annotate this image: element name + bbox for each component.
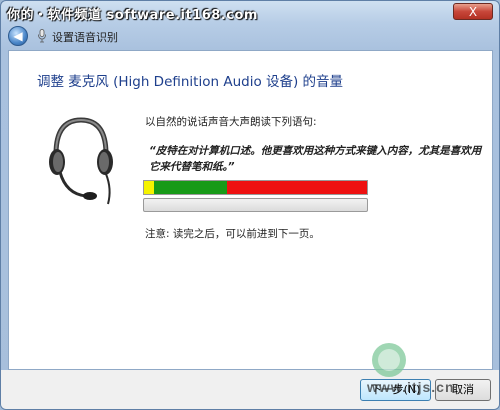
volume-meter: [143, 180, 368, 195]
volume-progress-bar: [143, 198, 368, 212]
nav-title: 设置语音识别: [52, 31, 118, 44]
headset-icon: [49, 117, 113, 205]
watermark-url: www.itjs.cn: [367, 379, 455, 395]
microphone-icon: [38, 29, 46, 43]
setup-window: 你的・软件频道 software.it168.com X ◀ 设置语音识别 调整…: [0, 0, 500, 410]
instruction-text: 以自然的说话声音大声朗读下列语句:: [145, 116, 317, 128]
meter-low-segment: [144, 181, 154, 194]
content-panel: 调整 麦克风 (High Definition Audio 设备) 的音量 以自…: [8, 50, 493, 370]
note-text: 注意: 读完之后，可以前进到下一页。: [145, 228, 320, 240]
read-aloud-sentence: “皮特在对计算机口述。他更喜欢用这种方式来键入内容，尤其是喜欢用它来代替笔和纸。…: [149, 145, 482, 173]
page-heading: 调整 麦克风 (High Definition Audio 设备) 的音量: [37, 74, 344, 90]
back-button[interactable]: ◀: [8, 26, 28, 46]
close-button[interactable]: X: [453, 3, 493, 20]
meter-high-segment: [227, 181, 367, 194]
watermark-top: 你的・软件频道 software.it168.com: [7, 8, 258, 23]
navigation-bar: ◀ 设置语音识别: [1, 23, 499, 49]
meter-ok-segment: [154, 181, 227, 194]
